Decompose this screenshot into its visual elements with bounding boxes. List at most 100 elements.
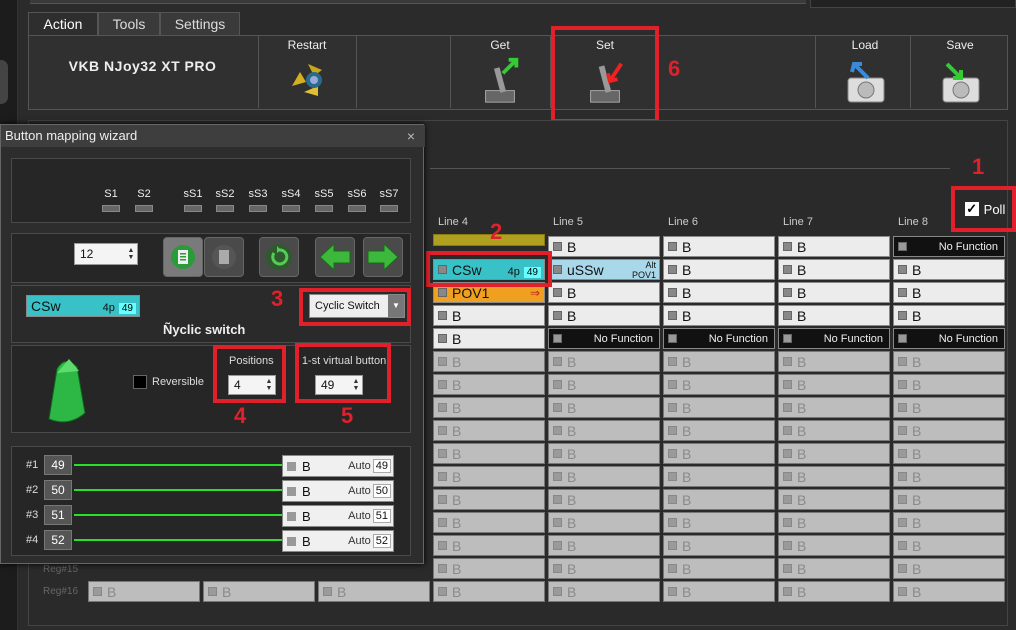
grid-cell-disabled[interactable]: B — [433, 489, 545, 510]
grid-cell[interactable]: B — [433, 328, 545, 349]
grid-cell-disabled[interactable]: B — [893, 443, 1005, 464]
grid-cell-disabled[interactable]: B — [433, 397, 545, 418]
grid-cell[interactable]: B — [893, 282, 1005, 303]
grid-cell-disabled[interactable]: B — [778, 420, 890, 441]
grid-cell-disabled[interactable]: B — [318, 581, 430, 602]
grid-cell[interactable]: B — [548, 236, 660, 257]
grid-cell-disabled[interactable]: B — [893, 351, 1005, 372]
grid-cell-disabled[interactable]: B — [893, 535, 1005, 556]
grid-cell[interactable]: B — [893, 259, 1005, 280]
grid-cell-disabled[interactable]: B — [548, 397, 660, 418]
grid-cell-disabled[interactable]: B — [893, 558, 1005, 579]
grid-cell-disabled[interactable]: B — [893, 581, 1005, 602]
grid-cell-disabled[interactable]: B — [893, 397, 1005, 418]
grid-cell[interactable]: No Function — [893, 236, 1005, 257]
grid-cell-disabled[interactable]: B — [778, 351, 890, 372]
grid-cell-disabled[interactable]: B — [778, 397, 890, 418]
grid-cell-disabled[interactable]: B — [893, 420, 1005, 441]
grid-cell-disabled[interactable]: B — [663, 374, 775, 395]
grid-cell[interactable]: B — [433, 305, 545, 326]
previous-button[interactable] — [315, 237, 355, 277]
grid-cell[interactable]: No Function — [548, 328, 660, 349]
grid-cell-disabled[interactable]: B — [88, 581, 200, 602]
grid-cell-disabled[interactable]: B — [548, 351, 660, 372]
grid-cell-disabled[interactable]: B — [663, 420, 775, 441]
tab-action[interactable]: Action — [28, 12, 98, 35]
grid-cell-disabled[interactable]: B — [433, 351, 545, 372]
grid-cell[interactable]: B — [663, 236, 775, 257]
grid-cell[interactable]: B — [893, 305, 1005, 326]
grid-cell[interactable]: No Function — [663, 328, 775, 349]
mapping-target-cell[interactable]: B Auto 52 — [282, 530, 394, 552]
grid-cell[interactable]: B — [778, 259, 890, 280]
grid-cell-disabled[interactable]: B — [548, 581, 660, 602]
paste-button[interactable] — [163, 237, 203, 277]
grid-cell-disabled[interactable]: B — [778, 374, 890, 395]
next-button[interactable] — [363, 237, 403, 277]
grid-cell-disabled[interactable]: B — [778, 443, 890, 464]
mapping-target-cell[interactable]: B Auto 50 — [282, 480, 394, 502]
load-button[interactable]: Load — [835, 38, 895, 106]
grid-cell[interactable]: B — [548, 282, 660, 303]
grid-cell-disabled[interactable]: B — [663, 466, 775, 487]
grid-cell-disabled[interactable]: B — [893, 466, 1005, 487]
grid-cell-disabled[interactable]: B — [663, 443, 775, 464]
grid-cell-disabled[interactable]: B — [663, 397, 775, 418]
button-number-spinner[interactable]: 12 ▲ ▼ — [74, 243, 138, 265]
reset-button[interactable] — [259, 237, 299, 277]
grid-cell-disabled[interactable]: B — [778, 581, 890, 602]
poll-checkbox[interactable]: ✓ Poll — [955, 186, 1015, 232]
grid-cell-disabled[interactable]: B — [548, 420, 660, 441]
save-button[interactable]: Save — [930, 38, 990, 106]
grid-cell-disabled[interactable]: B — [663, 489, 775, 510]
grid-cell-disabled[interactable]: B — [433, 443, 545, 464]
grid-cell[interactable]: B — [548, 305, 660, 326]
grid-cell-disabled[interactable]: B — [663, 351, 775, 372]
close-button[interactable]: × — [407, 125, 415, 147]
grid-cell-disabled[interactable]: B — [203, 581, 315, 602]
grid-cell-disabled[interactable]: B — [433, 581, 545, 602]
grid-cell-disabled[interactable]: B — [893, 374, 1005, 395]
grid-cell-disabled[interactable]: B — [433, 420, 545, 441]
grid-cell-disabled[interactable]: B — [548, 535, 660, 556]
grid-cell-disabled[interactable]: B — [433, 466, 545, 487]
mapping-target-cell[interactable]: B Auto 49 — [282, 455, 394, 477]
grid-cell-disabled[interactable]: B — [778, 489, 890, 510]
grid-cell-disabled[interactable]: B — [893, 489, 1005, 510]
mapping-target-cell[interactable]: B Auto 51 — [282, 505, 394, 527]
grid-cell-disabled[interactable]: B — [433, 558, 545, 579]
grid-cell[interactable]: No Function — [778, 328, 890, 349]
grid-cell-disabled[interactable]: B — [548, 443, 660, 464]
grid-cell[interactable]: B — [663, 305, 775, 326]
grid-cell-disabled[interactable]: B — [663, 512, 775, 533]
tab-tools[interactable]: Tools — [98, 12, 160, 35]
grid-cell-disabled[interactable]: B — [778, 466, 890, 487]
first-virtual-button-spinner[interactable]: 49 ▲ ▼ — [315, 375, 363, 395]
grid-cell-disabled[interactable]: B — [433, 535, 545, 556]
positions-spinner[interactable]: 4 ▲ ▼ — [228, 375, 276, 395]
grid-cell[interactable]: B — [778, 236, 890, 257]
grid-cell-disabled[interactable]: B — [663, 535, 775, 556]
grid-cell[interactable]: B — [778, 282, 890, 303]
grid-cell-disabled[interactable]: B — [548, 558, 660, 579]
grid-cell-disabled[interactable]: B — [433, 374, 545, 395]
grid-cell[interactable]: No Function — [893, 328, 1005, 349]
grid-cell-disabled[interactable]: B — [778, 558, 890, 579]
tab-settings[interactable]: Settings — [160, 12, 240, 35]
grid-cell-disabled[interactable]: B — [893, 512, 1005, 533]
grid-cell-disabled[interactable]: B — [433, 512, 545, 533]
copy-button[interactable] — [204, 237, 244, 277]
reversible-checkbox[interactable] — [133, 375, 147, 389]
grid-cell-disabled[interactable]: B — [778, 535, 890, 556]
restart-button[interactable]: Restart — [272, 38, 342, 106]
grid-cell[interactable]: uSSw Alt POV1 — [548, 259, 660, 280]
grid-cell-disabled[interactable]: B — [548, 489, 660, 510]
grid-cell[interactable]: B — [663, 259, 775, 280]
mode-dropdown[interactable]: Cyclic Switch ▼ — [309, 294, 405, 318]
grid-cell[interactable] — [433, 234, 545, 246]
grid-cell-disabled[interactable]: B — [548, 512, 660, 533]
grid-cell[interactable]: B — [778, 305, 890, 326]
grid-cell-disabled[interactable]: B — [663, 581, 775, 602]
grid-cell-disabled[interactable]: B — [778, 512, 890, 533]
grid-cell-disabled[interactable]: B — [548, 466, 660, 487]
